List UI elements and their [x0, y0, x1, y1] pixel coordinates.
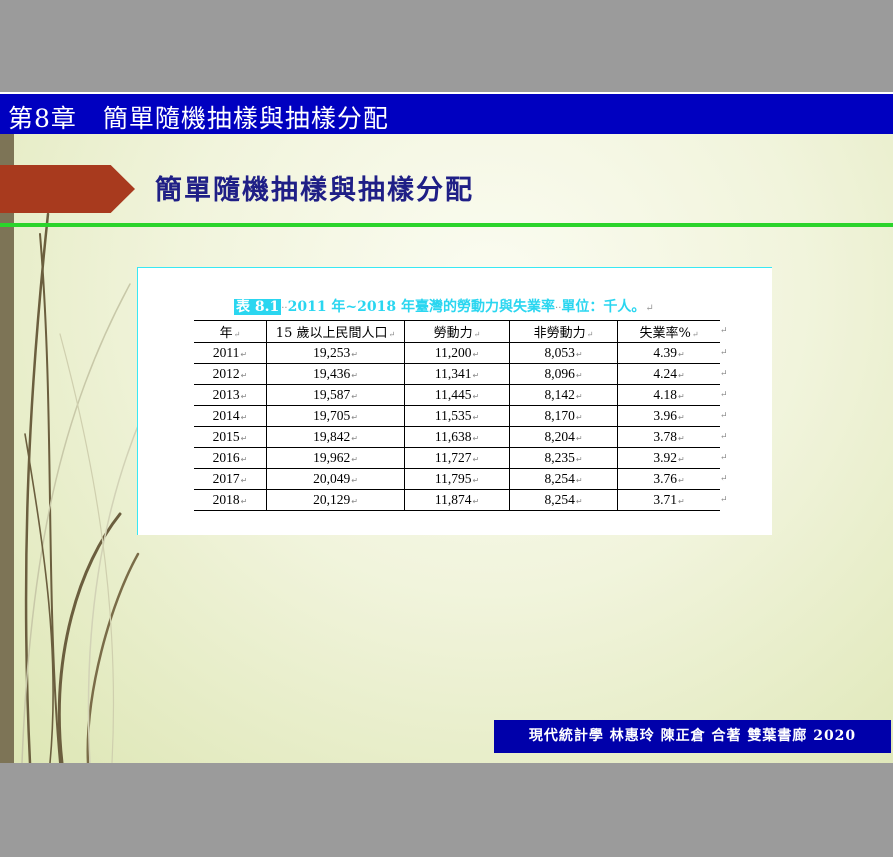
unemployment-rate-cell: 3.76↵	[617, 468, 720, 490]
table-row: 2011↵ 19,253↵ 11,200↵ 8,053↵ 4.39↵	[194, 342, 720, 364]
unemployment-rate-cell: 3.71↵	[617, 489, 720, 511]
table-row: 2015↵ 19,842↵ 11,638↵ 8,204↵ 3.78↵	[194, 426, 720, 448]
year-cell: 2013↵	[194, 384, 267, 406]
title-arrow-shape	[0, 165, 135, 213]
labor-force-cell: 11,200↵	[404, 342, 510, 364]
slide-title: 簡單隨機抽樣與抽樣分配	[155, 175, 474, 206]
header-cell: 15 歲以上民間人口↵	[266, 320, 405, 343]
left-accent-strip	[0, 134, 14, 763]
paragraph-mark: ↵	[720, 390, 728, 400]
year-cell: 2017↵	[194, 468, 267, 490]
chapter-header-bar: 第8章 簡單隨機抽樣與抽樣分配	[0, 92, 893, 134]
year-cell: 2018↵	[194, 489, 267, 511]
header-cell: 失業率%↵	[617, 320, 720, 343]
year-cell: 2016↵	[194, 447, 267, 469]
table-row: 2016↵ 19,962↵ 11,727↵ 8,235↵ 3.92↵	[194, 447, 720, 469]
table-row: 2012↵ 19,436↵ 11,341↵ 8,096↵ 4.24↵	[194, 363, 720, 385]
non-labor-force-cell: 8,142↵	[509, 384, 618, 406]
table-caption-label: 表 8.1	[234, 299, 282, 315]
population-cell: 19,842↵	[266, 426, 405, 448]
header-cell: 勞動力↵	[404, 320, 510, 343]
labor-force-cell: 11,795↵	[404, 468, 510, 490]
year-cell: 2014↵	[194, 405, 267, 427]
title-divider	[0, 223, 893, 227]
labor-force-cell: 11,535↵	[404, 405, 510, 427]
paragraph-mark: ↵	[720, 432, 728, 442]
paragraph-mark: ↵	[720, 495, 728, 505]
non-labor-force-cell: 8,170↵	[509, 405, 618, 427]
population-cell: 20,049↵	[266, 468, 405, 490]
unemployment-rate-cell: 3.96↵	[617, 405, 720, 427]
paragraph-mark: ↵	[720, 326, 728, 336]
labor-force-cell: 11,727↵	[404, 447, 510, 469]
table-row: 2013↵ 19,587↵ 11,445↵ 8,142↵ 4.18↵	[194, 384, 720, 406]
table-image: 表 8.1 ··2011 年~2018 年臺灣的勞動力與失業率··單位：千人。↵ …	[137, 267, 772, 535]
table-header-row: 年↵ 15 歲以上民間人口↵ 勞動力↵ 非勞動力↵ 失業率%↵	[194, 320, 720, 343]
population-cell: 19,705↵	[266, 405, 405, 427]
table-row: 2014↵ 19,705↵ 11,535↵ 8,170↵ 3.96↵	[194, 405, 720, 427]
table-caption-text: 2011 年~2018 年臺灣的勞動力與失業率	[287, 299, 556, 315]
table-caption: 表 8.1 ··2011 年~2018 年臺灣的勞動力與失業率··單位：千人。↵	[234, 299, 654, 315]
non-labor-force-cell: 8,053↵	[509, 342, 618, 364]
unemployment-rate-cell: 4.24↵	[617, 363, 720, 385]
year-cell: 2012↵	[194, 363, 267, 385]
non-labor-force-cell: 8,254↵	[509, 468, 618, 490]
population-cell: 19,436↵	[266, 363, 405, 385]
table-caption-unit: 單位：千人。	[561, 299, 646, 315]
population-cell: 20,129↵	[266, 489, 405, 511]
unemployment-rate-cell: 3.78↵	[617, 426, 720, 448]
labor-force-cell: 11,445↵	[404, 384, 510, 406]
paragraph-mark: ↵	[720, 369, 728, 379]
unemployment-rate-cell: 4.39↵	[617, 342, 720, 364]
footer-credit: 現代統計學 林惠玲 陳正倉 合著 雙葉書廊 2020	[494, 720, 891, 753]
paragraph-mark: ↵	[720, 453, 728, 463]
population-cell: 19,962↵	[266, 447, 405, 469]
year-cell: 2015↵	[194, 426, 267, 448]
header-cell: 非勞動力↵	[509, 320, 618, 343]
paragraph-mark: ↵	[720, 411, 728, 421]
labor-force-table: 年↵ 15 歲以上民間人口↵ 勞動力↵ 非勞動力↵ 失業率%↵ 2011↵ 19…	[194, 320, 720, 511]
population-cell: 19,587↵	[266, 384, 405, 406]
non-labor-force-cell: 8,235↵	[509, 447, 618, 469]
non-labor-force-cell: 8,096↵	[509, 363, 618, 385]
labor-force-cell: 11,874↵	[404, 489, 510, 511]
chapter-header: 第8章 簡單隨機抽樣與抽樣分配	[8, 104, 389, 133]
table-row: 2017↵ 20,049↵ 11,795↵ 8,254↵ 3.76↵	[194, 468, 720, 490]
paragraph-mark: ↵	[720, 348, 728, 358]
table-row: 2018↵ 20,129↵ 11,874↵ 8,254↵ 3.71↵	[194, 489, 720, 511]
header-cell: 年↵	[194, 320, 267, 343]
year-cell: 2011↵	[194, 342, 267, 364]
population-cell: 19,253↵	[266, 342, 405, 364]
unemployment-rate-cell: 3.92↵	[617, 447, 720, 469]
non-labor-force-cell: 8,254↵	[509, 489, 618, 511]
non-labor-force-cell: 8,204↵	[509, 426, 618, 448]
labor-force-cell: 11,341↵	[404, 363, 510, 385]
unemployment-rate-cell: 4.18↵	[617, 384, 720, 406]
slide: 第8章 簡單隨機抽樣與抽樣分配 簡單隨機抽樣與抽樣分配 表 8.1 ··2011 …	[0, 92, 893, 763]
paragraph-mark: ↵	[720, 474, 728, 484]
labor-force-cell: 11,638↵	[404, 426, 510, 448]
